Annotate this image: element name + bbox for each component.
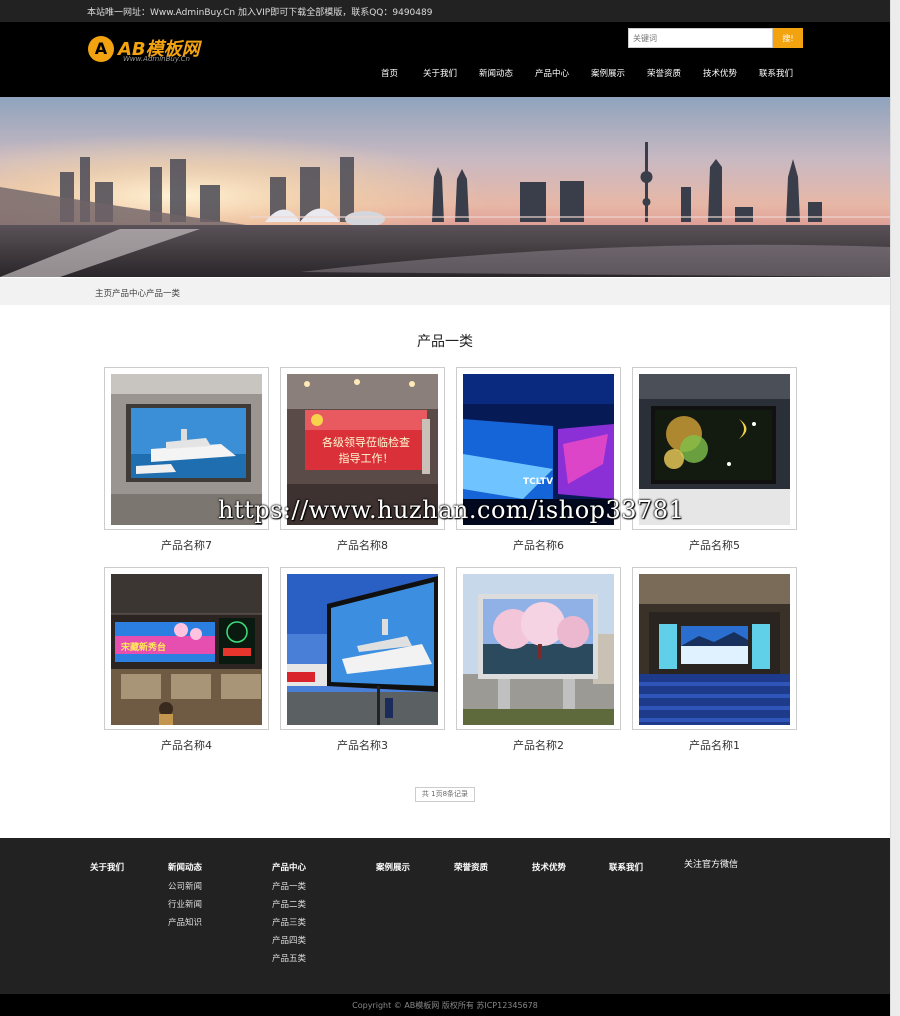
- nav-item-tech[interactable]: 技术优势: [703, 67, 737, 79]
- footer-head-contact[interactable]: 联系我们: [609, 861, 643, 873]
- logo-url: Www.AdminBuy.Cn: [123, 55, 190, 63]
- search-button[interactable]: 搜!: [773, 28, 803, 48]
- breadcrumb[interactable]: 主页产品中心产品一类: [95, 287, 180, 299]
- page-scrollbar[interactable]: [890, 0, 900, 1016]
- screen-text: 指导工作！: [339, 451, 394, 465]
- product-image[interactable]: [639, 574, 790, 725]
- breadcrumb-bar: 主页产品中心产品一类: [0, 278, 890, 305]
- logo-badge-icon: A: [88, 36, 114, 62]
- screen-text: TCLTV: [523, 477, 553, 487]
- product-card[interactable]: [280, 567, 445, 730]
- nav-item-honors[interactable]: 荣誉资质: [647, 67, 681, 79]
- footer-head-products[interactable]: 产品中心: [272, 861, 306, 873]
- copyright-text: Copyright © AB模板网 版权所有 苏ICP12345678: [352, 1001, 538, 1010]
- nav-item-news[interactable]: 新闻动态: [479, 67, 513, 79]
- footer-link[interactable]: 产品三类: [272, 916, 306, 928]
- product-name[interactable]: 产品名称4: [104, 737, 269, 753]
- footer-link[interactable]: 公司新闻: [168, 880, 202, 892]
- city-skyline-image: [0, 97, 890, 277]
- copyright-bar: Copyright © AB模板网 版权所有 苏ICP12345678: [0, 994, 890, 1016]
- product-name[interactable]: 产品名称6: [456, 537, 621, 553]
- site-header: A AB模板网 Www.AdminBuy.Cn 搜! 首页 关于我们 新闻动态 …: [0, 22, 890, 97]
- site-notice: 本站唯一网址：Www.AdminBuy.Cn 加入VIP即可下载全部模版，联系Q…: [87, 8, 433, 18]
- nav-item-products[interactable]: 产品中心: [535, 67, 569, 79]
- footer-link[interactable]: 产品知识: [168, 916, 202, 928]
- product-image[interactable]: 宋藏新秀台: [111, 574, 262, 725]
- footer-head-cases[interactable]: 案例展示: [376, 861, 410, 873]
- product-card[interactable]: [632, 567, 797, 730]
- top-notice-bar: 本站唯一网址：Www.AdminBuy.Cn 加入VIP即可下载全部模版，联系Q…: [0, 0, 890, 22]
- page: 本站唯一网址：Www.AdminBuy.Cn 加入VIP即可下载全部模版，联系Q…: [0, 0, 890, 1016]
- footer-link[interactable]: 产品四类: [272, 934, 306, 946]
- footer-link[interactable]: 产品五类: [272, 952, 306, 964]
- footer-head-news[interactable]: 新闻动态: [168, 861, 202, 873]
- footer-link[interactable]: 产品二类: [272, 898, 306, 910]
- screen-text: 宋藏新秀台: [120, 641, 166, 653]
- pagination-info: 共 1页8条记录: [415, 787, 475, 802]
- footer-wechat-title: 关注官方微信: [684, 860, 739, 870]
- product-name[interactable]: 产品名称3: [280, 737, 445, 753]
- product-card[interactable]: 宋藏新秀台: [104, 567, 269, 730]
- site-footer: 关于我们 新闻动态 公司新闻 行业新闻 产品知识 产品中心 产品一类 产品二类 …: [0, 838, 890, 994]
- footer-link[interactable]: 行业新闻: [168, 898, 202, 910]
- page-title: 产品一类: [417, 334, 473, 350]
- product-name[interactable]: 产品名称5: [632, 537, 797, 553]
- nav-item-about[interactable]: 关于我们: [423, 67, 457, 79]
- product-image[interactable]: [287, 574, 438, 725]
- search-input[interactable]: [628, 28, 773, 48]
- hero-banner: [0, 97, 890, 277]
- product-card[interactable]: [456, 567, 621, 730]
- product-name[interactable]: 产品名称2: [456, 737, 621, 753]
- site-logo[interactable]: A AB模板网 Www.AdminBuy.Cn: [88, 35, 238, 67]
- product-name[interactable]: 产品名称8: [280, 537, 445, 553]
- screen-text: 各级领导莅临检查: [322, 435, 410, 449]
- nav-item-cases[interactable]: 案例展示: [591, 67, 625, 79]
- nav-item-contact[interactable]: 联系我们: [759, 67, 793, 79]
- nav-item-home[interactable]: 首页: [381, 67, 398, 79]
- product-name[interactable]: 产品名称7: [104, 537, 269, 553]
- product-name[interactable]: 产品名称1: [632, 737, 797, 753]
- product-image[interactable]: [463, 574, 614, 725]
- footer-head-tech[interactable]: 技术优势: [532, 861, 566, 873]
- footer-link[interactable]: 产品一类: [272, 880, 306, 892]
- watermark-text: https://www.huzhan.com/ishop33781: [218, 496, 685, 524]
- footer-head-about[interactable]: 关于我们: [90, 861, 124, 873]
- footer-head-honors[interactable]: 荣誉资质: [454, 861, 488, 873]
